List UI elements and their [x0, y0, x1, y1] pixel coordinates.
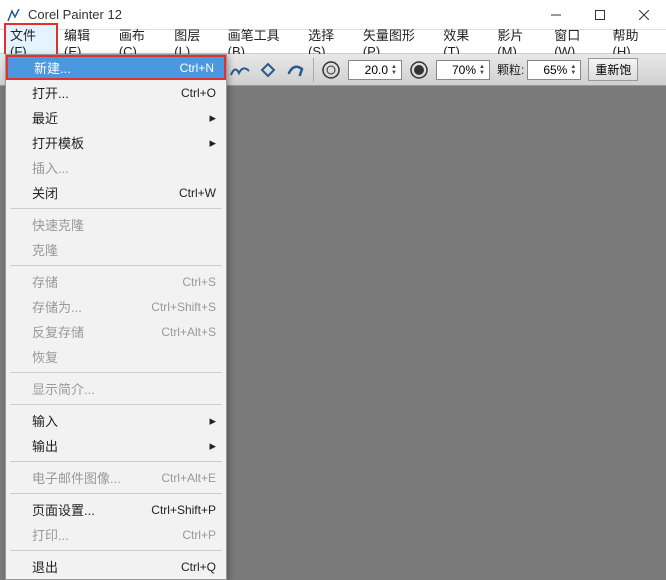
- menu-item-label: 打开模板: [32, 133, 216, 152]
- menu-item[interactable]: 最近▸: [6, 105, 226, 130]
- menu-item-shortcut: Ctrl+P: [182, 528, 216, 542]
- menu-item: 电子邮件图像...Ctrl+Alt+E: [6, 465, 226, 490]
- menu-item: 存储为...Ctrl+Shift+S: [6, 294, 226, 319]
- menu-item-label: 电子邮件图像...: [32, 468, 161, 487]
- grain-input[interactable]: [531, 63, 567, 77]
- menu-item-label: 页面设置...: [32, 500, 151, 519]
- opacity-input[interactable]: [440, 63, 476, 77]
- menu-item-shortcut: Ctrl+Shift+P: [151, 503, 216, 517]
- menu-item-shortcut: Ctrl+Shift+S: [151, 300, 216, 314]
- menu-separator: [10, 461, 222, 462]
- grain-spinner[interactable]: ▲▼: [527, 60, 581, 80]
- menu-item-shortcut: Ctrl+N: [180, 61, 214, 75]
- menu-separator: [10, 208, 222, 209]
- menu-item: 存储Ctrl+S: [6, 269, 226, 294]
- file-dropdown-menu: 新建...Ctrl+N打开...Ctrl+O最近▸打开模板▸插入...关闭Ctr…: [5, 54, 227, 580]
- menu-item-label: 存储: [32, 272, 182, 291]
- app-title: Corel Painter 12: [28, 7, 534, 22]
- menu-item-shortcut: Ctrl+Q: [181, 560, 216, 574]
- menu-item-label: 新建...: [34, 58, 180, 77]
- opacity-icon[interactable]: [406, 57, 432, 83]
- opacity-down[interactable]: ▼: [478, 70, 486, 76]
- menu-item[interactable]: 关闭Ctrl+W: [6, 180, 226, 205]
- menu-item-label: 打印...: [32, 525, 182, 544]
- menu-item-shortcut: Ctrl+O: [181, 86, 216, 100]
- menu-separator: [10, 550, 222, 551]
- menu-item-label: 关闭: [32, 183, 179, 202]
- grain-label: 颗粒:: [497, 61, 524, 78]
- submenu-arrow-icon: ▸: [209, 413, 216, 429]
- menu-item-label: 输出: [32, 436, 216, 455]
- menu-item: 克隆: [6, 237, 226, 262]
- menu-item[interactable]: 退出Ctrl+Q: [6, 554, 226, 579]
- menu-separator: [10, 404, 222, 405]
- menu-item-shortcut: Ctrl+S: [182, 275, 216, 289]
- menu-item-shortcut: Ctrl+Alt+S: [161, 325, 216, 339]
- menu-item-shortcut: Ctrl+W: [179, 186, 216, 200]
- menu-separator: [10, 265, 222, 266]
- menu-item-label: 恢复: [32, 347, 216, 366]
- grain-down[interactable]: ▼: [569, 70, 577, 76]
- size-icon[interactable]: [318, 57, 344, 83]
- menu-item[interactable]: 页面设置...Ctrl+Shift+P: [6, 497, 226, 522]
- menu-item-label: 存储为...: [32, 297, 151, 316]
- size-down[interactable]: ▼: [390, 70, 398, 76]
- menu-item: 打印...Ctrl+P: [6, 522, 226, 547]
- menu-item[interactable]: 打开...Ctrl+O: [6, 80, 226, 105]
- menu-separator: [10, 372, 222, 373]
- brush-dab-icon[interactable]: [227, 57, 253, 83]
- menu-item-label: 快速克隆: [32, 215, 216, 234]
- menu-item: 插入...: [6, 155, 226, 180]
- menu-item[interactable]: 新建...Ctrl+N: [6, 55, 226, 80]
- app-icon: [6, 7, 22, 23]
- menu-item-label: 输入: [32, 411, 216, 430]
- menu-item-shortcut: Ctrl+Alt+E: [161, 471, 216, 485]
- menu-item: 快速克隆: [6, 212, 226, 237]
- menu-item-label: 退出: [32, 557, 181, 576]
- menu-item-label: 克隆: [32, 240, 216, 259]
- menu-item-label: 打开...: [32, 83, 181, 102]
- menu-item[interactable]: 输入▸: [6, 408, 226, 433]
- separator: [313, 58, 314, 82]
- opacity-spinner[interactable]: ▲▼: [436, 60, 490, 80]
- resat-button[interactable]: 重新饱: [588, 58, 638, 81]
- menu-item-label: 最近: [32, 108, 216, 127]
- menu-bar: 文件(F) 编辑(E) 画布(C) 图层(L) 画笔工具(B) 选择(S) 矢量…: [0, 30, 666, 54]
- menu-item-label: 插入...: [32, 158, 216, 177]
- menu-item[interactable]: 输出▸: [6, 433, 226, 458]
- submenu-arrow-icon: ▸: [209, 438, 216, 454]
- submenu-arrow-icon: ▸: [209, 135, 216, 151]
- menu-item[interactable]: 打开模板▸: [6, 130, 226, 155]
- menu-item: 恢复: [6, 344, 226, 369]
- brush-shape-icon[interactable]: [255, 57, 281, 83]
- menu-item-label: 显示简介...: [32, 379, 216, 398]
- menu-item: 反复存储Ctrl+Alt+S: [6, 319, 226, 344]
- menu-item: 显示简介...: [6, 376, 226, 401]
- size-input[interactable]: [352, 63, 388, 77]
- menu-separator: [10, 493, 222, 494]
- size-spinner[interactable]: ▲▼: [348, 60, 402, 80]
- menu-item-label: 反复存储: [32, 322, 161, 341]
- submenu-arrow-icon: ▸: [209, 110, 216, 126]
- brush-stroke-icon[interactable]: [283, 57, 309, 83]
